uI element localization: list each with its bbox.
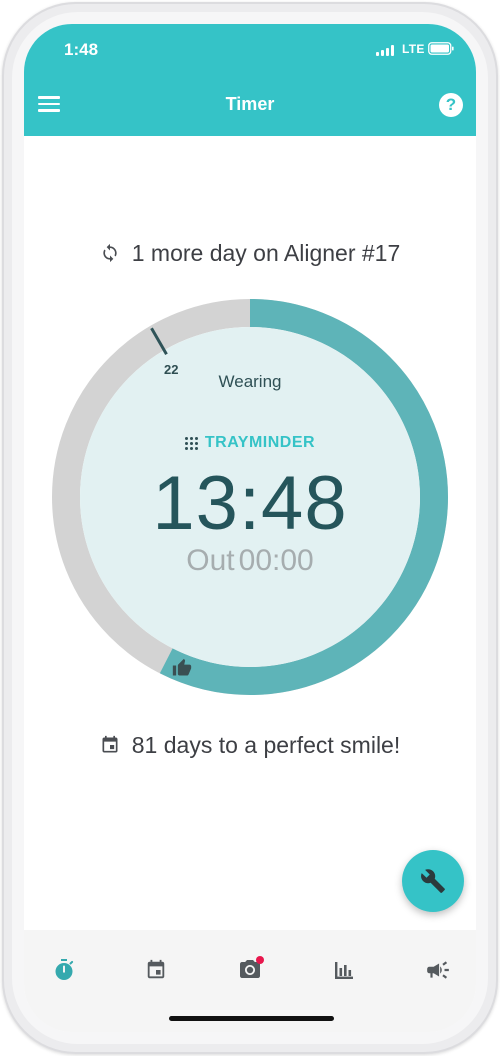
wrench-icon	[421, 869, 445, 893]
battery-icon	[428, 42, 454, 55]
home-indicator[interactable]	[169, 1016, 334, 1021]
calendar-icon	[147, 959, 165, 979]
aligner-status: 1 more day on Aligner #17	[24, 238, 476, 268]
out-time: 00:00	[238, 544, 314, 577]
bar-chart-icon	[335, 962, 353, 979]
wearing-label: Wearing	[218, 372, 282, 391]
countdown-text: 81 days to a perfect smile!	[131, 731, 401, 758]
out-label: Out	[186, 544, 235, 577]
sync-icon	[103, 243, 117, 263]
settings-fab[interactable]	[402, 850, 464, 912]
brand-logo: TRAYMINDER	[24, 434, 476, 452]
brand-dots-icon	[184, 436, 198, 450]
megaphone-icon	[427, 961, 449, 979]
status-time: 1:48	[64, 40, 99, 59]
page-title: Timer	[225, 94, 275, 114]
network-type: LTE	[402, 42, 425, 56]
out-time-row: Out 00:00	[24, 544, 476, 578]
signal-icon	[376, 45, 396, 56]
help-button[interactable]: ?	[439, 93, 463, 117]
app-header: 1:48 LTE Timer ?	[24, 24, 476, 136]
stopwatch-icon	[55, 959, 74, 980]
wear-time: 13:48	[152, 461, 348, 546]
nav-calendar[interactable]	[136, 950, 176, 990]
app-screen: 1:48 LTE Timer ? 1 more day on Aligner #…	[24, 24, 476, 1032]
nav-stats[interactable]	[324, 950, 364, 990]
nav-announcements[interactable]	[418, 950, 458, 990]
thumbs-up-icon	[172, 658, 192, 676]
brand-name: TRAYMINDER	[204, 434, 316, 451]
nav-timer[interactable]	[44, 950, 84, 990]
camera-notification-badge	[256, 956, 264, 964]
nav-camera[interactable]	[230, 950, 270, 990]
countdown-row: 81 days to a perfect smile!	[24, 730, 476, 760]
aligner-status-text: 1 more day on Aligner #17	[131, 239, 401, 266]
calendar-icon	[102, 735, 118, 753]
